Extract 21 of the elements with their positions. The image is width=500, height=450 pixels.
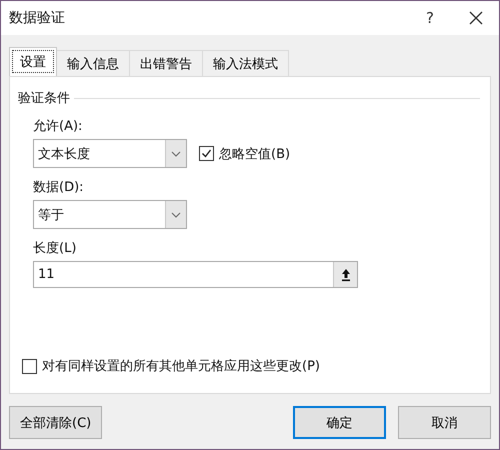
tab[interactable]: 输入法模式 xyxy=(202,50,289,76)
dialog-button[interactable]: 全部清除(C) xyxy=(9,406,102,439)
tab[interactable]: 设置 xyxy=(9,47,57,76)
data-dropdown[interactable]: 等于 xyxy=(33,200,187,229)
checkbox[interactable] xyxy=(199,146,214,161)
dialog-button[interactable]: 取消 xyxy=(398,406,491,439)
allow-dropdown[interactable]: 文本长度 xyxy=(33,139,187,168)
checkmark-icon xyxy=(201,148,212,159)
field-label: 数据(D): xyxy=(33,179,85,196)
dialog-button[interactable]: 确定 xyxy=(293,406,386,439)
checkbox-label: 对有同样设置的所有其他单元格应用这些更改(P) xyxy=(42,358,320,375)
field-label: 允许(A): xyxy=(33,118,84,135)
close-icon xyxy=(469,11,483,25)
checkbox[interactable] xyxy=(22,358,37,374)
checkbox-label: 忽略空值(B) xyxy=(219,146,290,162)
window-title: 数据验证 xyxy=(9,9,66,27)
chevron-icon xyxy=(171,212,181,218)
field-label: 长度(L) xyxy=(33,240,78,257)
chevron-icon xyxy=(171,150,181,156)
help-button[interactable]: ? xyxy=(407,1,453,35)
section-title: 验证条件 xyxy=(18,90,70,107)
